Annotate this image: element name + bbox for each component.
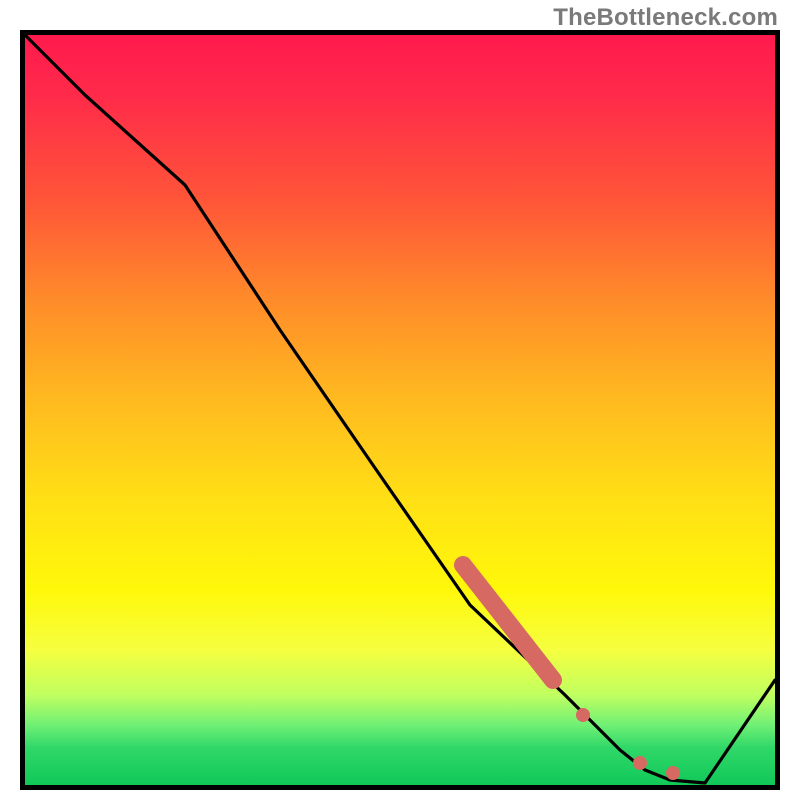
watermark-text: TheBottleneck.com: [553, 4, 778, 32]
highlight-dot: [666, 766, 680, 780]
curve-svg: [25, 35, 775, 785]
bottleneck-curve: [25, 35, 775, 783]
highlight-dot: [633, 756, 647, 770]
highlight-dots: [576, 708, 680, 780]
chart-frame: [20, 30, 780, 790]
highlight-segment: [463, 565, 553, 680]
chart-canvas: TheBottleneck.com: [0, 0, 800, 800]
highlight-dot: [576, 708, 590, 722]
